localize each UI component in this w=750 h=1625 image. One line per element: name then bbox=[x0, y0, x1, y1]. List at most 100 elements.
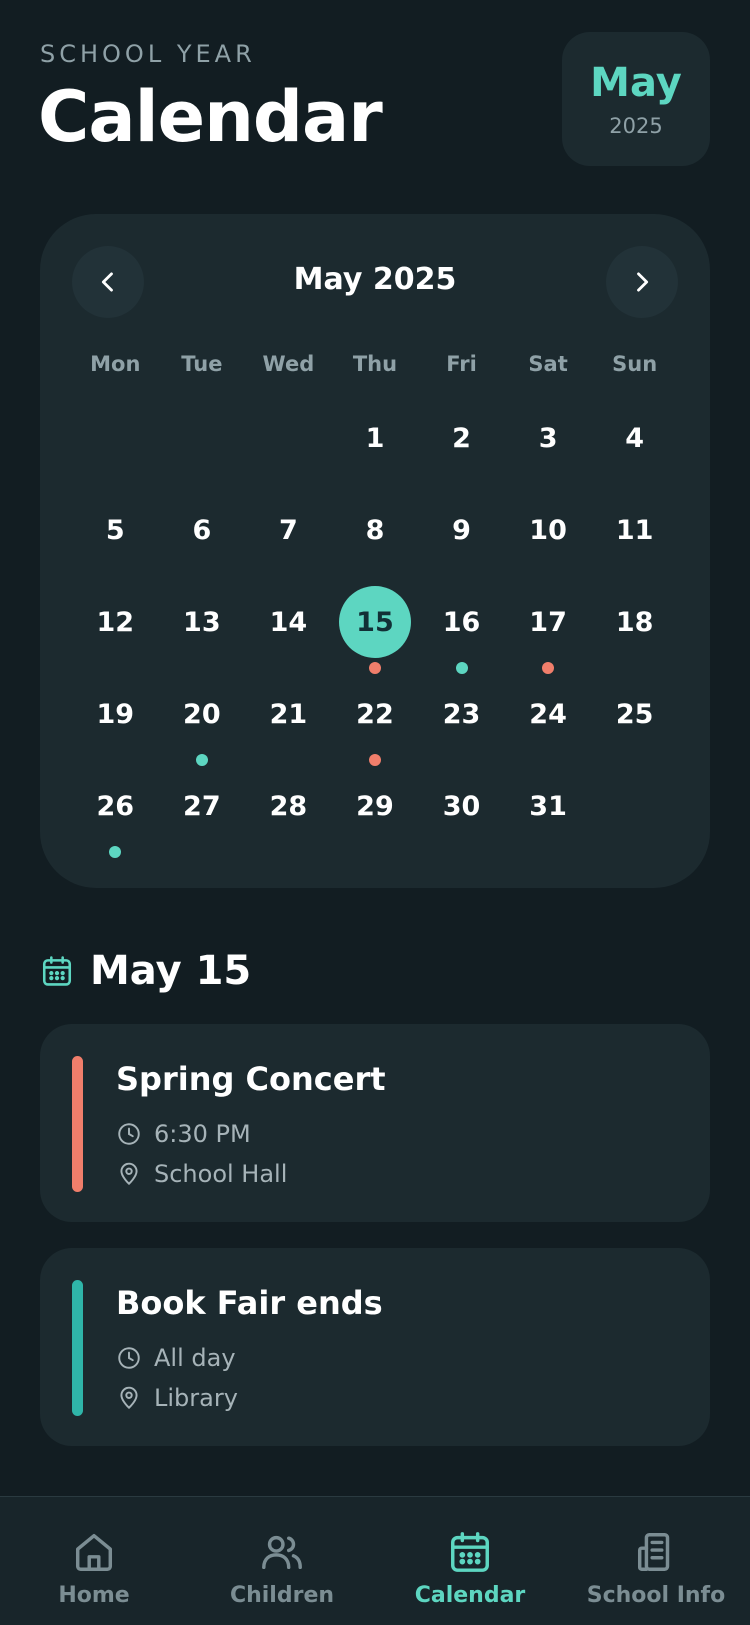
event-card[interactable]: Book Fair ends All day Library bbox=[40, 1248, 710, 1446]
calendar-day[interactable]: 19 bbox=[72, 678, 159, 770]
calendar-day-number: 18 bbox=[615, 606, 654, 638]
calendar-day[interactable]: 24 bbox=[505, 678, 592, 770]
calendar-day[interactable]: 31 bbox=[505, 770, 592, 862]
calendar-day-number: 16 bbox=[442, 606, 481, 638]
calendar-day[interactable]: 21 bbox=[245, 678, 332, 770]
month-badge-year: 2025 bbox=[609, 114, 663, 138]
calendar-day-number: 23 bbox=[442, 698, 481, 730]
bottom-tab-bar: Home Children Calendar School Info bbox=[0, 1496, 750, 1625]
calendar-day[interactable]: 29 bbox=[332, 770, 419, 862]
calendar-day-number: 22 bbox=[356, 698, 394, 730]
calendar-day[interactable]: 13 bbox=[159, 586, 246, 678]
calendar-day-number: 24 bbox=[529, 698, 567, 730]
calendar-empty-cell bbox=[245, 402, 332, 494]
calendar-day-number: 12 bbox=[96, 606, 135, 638]
tab-school-info[interactable]: School Info bbox=[562, 1529, 750, 1608]
selected-day-title: May 15 bbox=[90, 948, 252, 994]
weekday-label: Tue bbox=[181, 352, 223, 376]
calendar-day[interactable]: 7 bbox=[245, 494, 332, 586]
tab-home[interactable]: Home bbox=[0, 1529, 188, 1608]
calendar-week-row: 19 20 21 22 23 24 25 bbox=[72, 678, 678, 770]
tab-label: School Info bbox=[586, 1583, 726, 1608]
calendar-day[interactable]: 1 bbox=[332, 402, 419, 494]
calendar-day-number: 10 bbox=[529, 514, 567, 546]
calendar-day-number: 19 bbox=[96, 698, 135, 730]
event-location: Library bbox=[154, 1384, 238, 1412]
calendar-day[interactable]: 20 bbox=[159, 678, 246, 770]
weekday-label: Fri bbox=[446, 352, 477, 376]
calendar-day[interactable]: 30 bbox=[418, 770, 505, 862]
tab-label: Children bbox=[229, 1583, 335, 1608]
selected-day-header: May 15 bbox=[40, 948, 251, 994]
tab-label: Calendar bbox=[414, 1583, 526, 1608]
calendar-day-number: 11 bbox=[615, 514, 654, 546]
calendar-empty-cell bbox=[72, 402, 159, 494]
calendar-empty-cell bbox=[159, 402, 246, 494]
calendar-day[interactable]: 17 bbox=[505, 586, 592, 678]
month-badge: May 2025 bbox=[562, 32, 710, 166]
event-color-bar bbox=[72, 1056, 83, 1192]
users-icon bbox=[262, 1535, 302, 1570]
calendar-day[interactable]: 25 bbox=[591, 678, 678, 770]
calendar-day[interactable]: 11 bbox=[591, 494, 678, 586]
calendar-day[interactable]: 5 bbox=[72, 494, 159, 586]
tab-children[interactable]: Children bbox=[188, 1529, 376, 1608]
event-time: All day bbox=[154, 1344, 236, 1372]
event-indicator-dot bbox=[455, 662, 468, 674]
event-indicator-dot bbox=[109, 846, 122, 858]
calendar-icon bbox=[451, 1532, 489, 1572]
calendar-day-number: 21 bbox=[269, 698, 308, 730]
event-indicator-dot bbox=[542, 662, 555, 674]
event-title: Book Fair ends bbox=[116, 1284, 383, 1322]
calendar-week-row: 26 27 28 29 30 31 bbox=[72, 770, 678, 862]
event-location-row: School Hall bbox=[116, 1160, 287, 1188]
calendar-day[interactable]: 26 bbox=[72, 770, 159, 862]
calendar-day-number: 7 bbox=[279, 514, 298, 546]
tab-calendar[interactable]: Calendar bbox=[376, 1529, 564, 1608]
weekday-label: Wed bbox=[262, 352, 315, 376]
calendar-day-number: 3 bbox=[538, 422, 558, 454]
calendar-day-number: 26 bbox=[96, 790, 135, 822]
clock-icon bbox=[118, 1123, 140, 1145]
calendar-day[interactable]: 23 bbox=[418, 678, 505, 770]
chevron-right-icon bbox=[637, 272, 649, 292]
calendar-day-number: 30 bbox=[442, 790, 481, 822]
calendar-day[interactable]: 12 bbox=[72, 586, 159, 678]
event-card[interactable]: Spring Concert 6:30 PM School Hall bbox=[40, 1024, 710, 1222]
event-time-row: All day bbox=[116, 1344, 236, 1372]
calendar-day-number: 6 bbox=[192, 514, 212, 546]
event-indicator-dot bbox=[368, 754, 381, 766]
calendar-day-number: 8 bbox=[365, 514, 385, 546]
calendar-day-number: 15 bbox=[338, 586, 411, 658]
calendar-day[interactable]: 22 bbox=[332, 678, 419, 770]
calendar-day-number: 2 bbox=[452, 422, 471, 454]
calendar-day[interactable]: 27 bbox=[159, 770, 246, 862]
calendar-day[interactable]: 18 bbox=[591, 586, 678, 678]
event-indicator-dot bbox=[195, 754, 208, 766]
calendar-icon bbox=[42, 956, 72, 986]
calendar-day[interactable]: 8 bbox=[332, 494, 419, 586]
weekday-header: Mon Tue Wed Thu Fri Sat Sun bbox=[72, 352, 678, 376]
calendar-day[interactable]: 6 bbox=[159, 494, 246, 586]
calendar-day[interactable]: 2 bbox=[418, 402, 505, 494]
event-location-row: Library bbox=[116, 1384, 238, 1412]
calendar-day[interactable]: 16 bbox=[418, 586, 505, 678]
calendar-day-number: 14 bbox=[269, 606, 308, 638]
weekday-label: Sun bbox=[612, 352, 658, 376]
calendar-day[interactable]: 28 bbox=[245, 770, 332, 862]
calendar-day[interactable]: 9 bbox=[418, 494, 505, 586]
calendar-day[interactable]: 14 bbox=[245, 586, 332, 678]
calendar-day[interactable]: 10 bbox=[505, 494, 592, 586]
calendar-day[interactable]: 3 bbox=[505, 402, 592, 494]
next-month-button[interactable] bbox=[606, 246, 678, 318]
calendar-day[interactable]: 15 bbox=[332, 586, 419, 678]
page-title: Calendar bbox=[38, 76, 383, 158]
calendar-day-number: 9 bbox=[452, 514, 471, 546]
calendar-day[interactable]: 4 bbox=[591, 402, 678, 494]
calendar-day-number: 20 bbox=[183, 698, 221, 730]
calendar-empty-cell bbox=[591, 770, 678, 862]
calendar-day-number: 31 bbox=[529, 790, 567, 822]
event-time: 6:30 PM bbox=[154, 1120, 251, 1148]
tab-label: Home bbox=[58, 1583, 130, 1608]
event-title: Spring Concert bbox=[116, 1060, 386, 1098]
